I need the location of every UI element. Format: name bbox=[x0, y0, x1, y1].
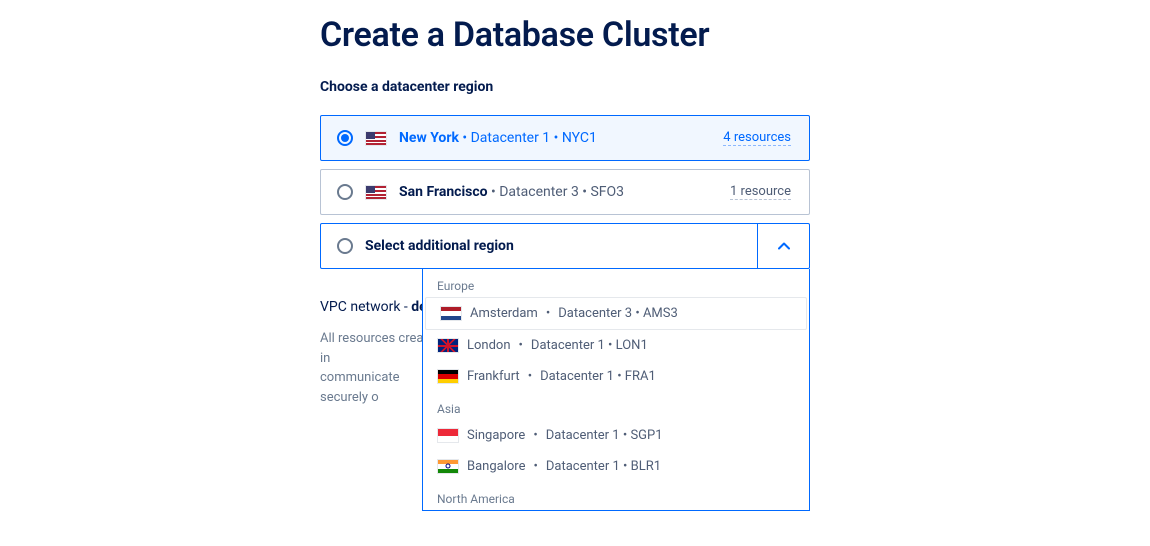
region-detail: • Datacenter 3 • SFO3 bbox=[488, 184, 624, 200]
vpc-title-prefix: VPC network - bbox=[320, 299, 411, 315]
region-label: New York • Datacenter 1 • NYC1 bbox=[399, 130, 711, 146]
page-title: Create a Database Cluster bbox=[320, 15, 810, 55]
additional-region-select-container: Select additional region Europe Amsterda… bbox=[320, 223, 810, 269]
dropdown-item-bangalore[interactable]: Bangalore • Datacenter 1 • BLR1 bbox=[423, 451, 809, 482]
dropdown-item-amsterdam[interactable]: Amsterdam • Datacenter 3 • AMS3 bbox=[425, 297, 807, 330]
dropdown-item-sep: • bbox=[528, 369, 532, 384]
dropdown-item-detail: Datacenter 3 • AMS3 bbox=[558, 306, 678, 321]
resources-link[interactable]: 4 resources bbox=[723, 130, 791, 146]
section-label: Choose a datacenter region bbox=[320, 79, 810, 95]
dropdown-item-detail: Datacenter 1 • LON1 bbox=[531, 338, 648, 353]
dropdown-item-detail: Datacenter 1 • SGP1 bbox=[546, 428, 663, 443]
region-detail: • Datacenter 1 • NYC1 bbox=[459, 130, 597, 146]
dropdown-item-detail: Datacenter 1 • FRA1 bbox=[540, 369, 656, 384]
dropdown-item-city: Bangalore bbox=[467, 459, 525, 474]
flag-us-icon bbox=[365, 185, 387, 200]
additional-region-select[interactable]: Select additional region bbox=[320, 223, 810, 269]
vpc-desc-line2: communicate securely o bbox=[320, 370, 400, 405]
chevron-up-icon bbox=[778, 239, 790, 253]
flag-de-icon bbox=[437, 369, 459, 384]
dropdown-item-sep: • bbox=[546, 306, 550, 321]
flag-nl-icon bbox=[440, 306, 462, 321]
region-name: New York bbox=[399, 130, 459, 146]
dropdown-group-asia: Asia bbox=[423, 392, 809, 420]
flag-us-icon bbox=[365, 131, 387, 146]
region-option-sanfrancisco[interactable]: San Francisco • Datacenter 3 • SFO3 1 re… bbox=[320, 169, 810, 215]
flag-uk-icon bbox=[437, 338, 459, 353]
dropdown-item-sep: • bbox=[533, 459, 537, 474]
dropdown-item-city: Amsterdam bbox=[470, 306, 538, 321]
region-name: San Francisco bbox=[399, 184, 488, 200]
dropdown-item-frankfurt[interactable]: Frankfurt • Datacenter 1 • FRA1 bbox=[423, 361, 809, 392]
resources-link[interactable]: 1 resource bbox=[730, 184, 791, 200]
radio-icon bbox=[337, 184, 353, 200]
region-label: San Francisco • Datacenter 3 • SFO3 bbox=[399, 184, 718, 200]
dropdown-item-sep: • bbox=[533, 428, 537, 443]
dropdown-group-europe: Europe bbox=[423, 269, 809, 297]
select-label: Select additional region bbox=[365, 238, 514, 254]
dropdown-item-london[interactable]: London • Datacenter 1 • LON1 bbox=[423, 330, 809, 361]
radio-icon bbox=[337, 238, 353, 254]
dropdown-item-city: Frankfurt bbox=[467, 369, 520, 384]
dropdown-item-city: Singapore bbox=[467, 428, 525, 443]
region-option-newyork[interactable]: New York • Datacenter 1 • NYC1 4 resourc… bbox=[320, 115, 810, 161]
flag-in-icon bbox=[437, 459, 459, 474]
region-dropdown-panel: Europe Amsterdam • Datacenter 3 • AMS3 L… bbox=[422, 269, 810, 511]
dropdown-group-northamerica: North America bbox=[423, 482, 809, 510]
dropdown-item-city: London bbox=[467, 338, 511, 353]
dropdown-item-detail: Datacenter 1 • BLR1 bbox=[546, 459, 661, 474]
select-caret-button[interactable] bbox=[757, 224, 809, 268]
radio-icon bbox=[337, 130, 353, 146]
dropdown-item-sep: • bbox=[519, 338, 523, 353]
dropdown-item-singapore[interactable]: Singapore • Datacenter 1 • SGP1 bbox=[423, 420, 809, 451]
flag-sg-icon bbox=[437, 428, 459, 443]
